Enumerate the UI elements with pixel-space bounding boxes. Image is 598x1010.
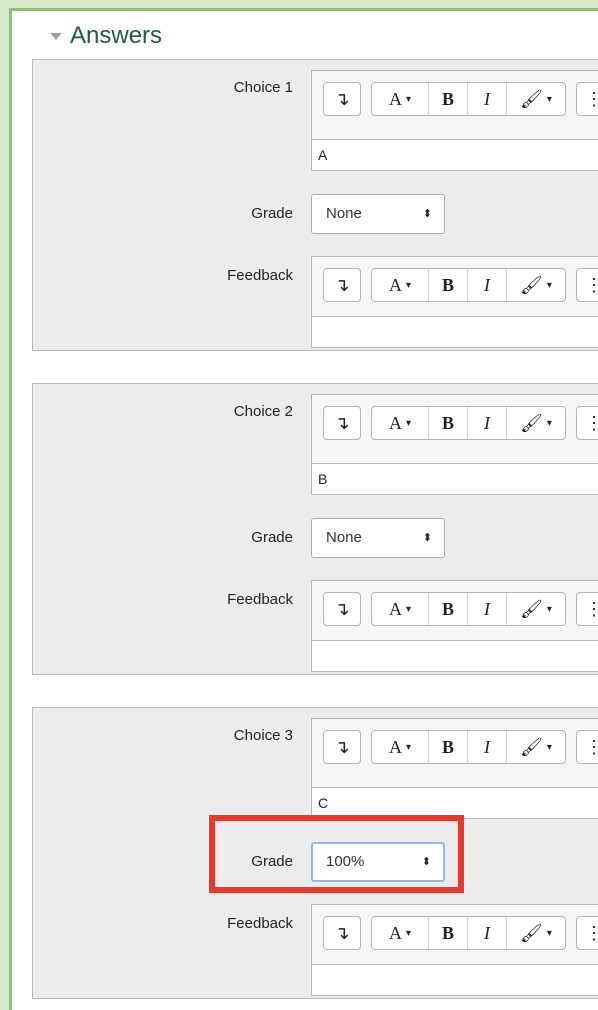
choice-label: Choice 3 [233, 727, 293, 744]
choice-editor: ↴ A▾ B I 🖌▾ ⋮ A [311, 70, 598, 171]
font-color-button[interactable]: A ▾ [372, 407, 428, 439]
more-button[interactable]: ⋮ [576, 82, 598, 116]
grade-value: None [326, 205, 362, 222]
feedback-text-field[interactable] [312, 640, 598, 671]
italic-button[interactable]: I [467, 83, 506, 115]
more-button[interactable]: ⋮ [576, 406, 598, 440]
bold-button[interactable]: B [428, 407, 467, 439]
feedback-editor: ↴ A▾ B I 🖌▾ ⋮ [311, 256, 598, 348]
more-icon: ⋮ [577, 731, 598, 763]
more-icon: ⋮ [577, 269, 598, 301]
indent-button[interactable]: ↴ [323, 406, 361, 440]
editor-toolbar: ↴ A▾ B I 🖌▾ ⋮ [323, 82, 598, 118]
more-icon: ⋮ [577, 917, 598, 949]
indent-icon: ↴ [334, 922, 350, 943]
indent-button[interactable]: ↴ [323, 916, 361, 950]
feedback-text-field[interactable] [312, 964, 598, 995]
choice-text-field[interactable]: B [312, 463, 598, 494]
paintbrush-icon: 🖌 [520, 88, 543, 109]
paintbrush-icon: 🖌 [520, 736, 543, 757]
answers-panel: Answers Choice 1 ↴ A▾ B I 🖌▾ ⋮ A Grade N… [9, 8, 598, 1010]
feedback-label: Feedback [227, 591, 293, 608]
collapse-triangle-icon [50, 32, 62, 40]
choice-editor: ↴ A▾ B I 🖌▾ ⋮ C [311, 718, 598, 819]
more-button[interactable]: ⋮ [576, 268, 598, 302]
select-arrows-icon: ⬍ [422, 207, 432, 220]
italic-button[interactable]: I [467, 407, 506, 439]
grade-select[interactable]: None ⬍ [311, 518, 445, 558]
format-group: A ▾ B I 🖌 ▾ [371, 82, 566, 116]
feedback-label: Feedback [227, 915, 293, 932]
editor-toolbar: ↴ A▾ B I 🖌▾ ⋮ [323, 268, 598, 304]
paintbrush-icon: 🖌 [520, 274, 543, 295]
more-icon: ⋮ [577, 83, 598, 115]
section-title: Answers [70, 22, 163, 49]
format-group: A ▾ B I 🖌 ▾ [371, 730, 566, 764]
choice-label: Choice 2 [233, 403, 293, 420]
indent-icon: ↴ [334, 598, 350, 619]
font-color-button[interactable]: A ▾ [372, 917, 428, 949]
font-color-button[interactable]: A ▾ [372, 593, 428, 625]
more-button[interactable]: ⋮ [576, 592, 598, 626]
bold-button[interactable]: B [428, 917, 467, 949]
format-group: A ▾ B I 🖌 ▾ [371, 268, 566, 302]
brush-button[interactable]: 🖌 ▾ [506, 731, 565, 763]
choice-text-field[interactable]: C [312, 787, 598, 818]
feedback-text-field[interactable] [312, 316, 598, 347]
answers-section-toggle[interactable]: Answers [50, 22, 162, 50]
more-button[interactable]: ⋮ [576, 916, 598, 950]
bold-button[interactable]: B [428, 83, 467, 115]
indent-button[interactable]: ↴ [323, 82, 361, 116]
italic-button[interactable]: I [467, 731, 506, 763]
select-arrows-icon: ⬍ [422, 531, 432, 544]
font-color-button[interactable]: A ▾ [372, 83, 428, 115]
indent-icon: ↴ [334, 412, 350, 433]
font-color-button[interactable]: A ▾ [372, 731, 428, 763]
more-icon: ⋮ [577, 593, 598, 625]
bold-button[interactable]: B [428, 593, 467, 625]
indent-icon: ↴ [334, 274, 350, 295]
choice-text-field[interactable]: A [312, 139, 598, 170]
bold-button[interactable]: B [428, 731, 467, 763]
indent-button[interactable]: ↴ [323, 268, 361, 302]
grade-select[interactable]: None ⬍ [311, 194, 445, 234]
indent-button[interactable]: ↴ [323, 730, 361, 764]
font-color-button[interactable]: A ▾ [372, 269, 428, 301]
editor-toolbar: ↴ A▾ B I 🖌▾ ⋮ [323, 730, 598, 766]
more-icon: ⋮ [577, 407, 598, 439]
indent-icon: ↴ [334, 88, 350, 109]
grade-label: Grade [251, 205, 293, 222]
answer-block-2: Choice 2 ↴ A▾ B I 🖌▾ ⋮ B Grade None ⬍ Fe… [32, 383, 598, 675]
brush-button[interactable]: 🖌 ▾ [506, 269, 565, 301]
answer-block-1: Choice 1 ↴ A▾ B I 🖌▾ ⋮ A Grade None ⬍ Fe… [32, 59, 598, 351]
more-button[interactable]: ⋮ [576, 730, 598, 764]
choice-label: Choice 1 [233, 79, 293, 96]
format-group: A ▾ B I 🖌 ▾ [371, 406, 566, 440]
italic-button[interactable]: I [467, 269, 506, 301]
choice-editor: ↴ A▾ B I 🖌▾ ⋮ B [311, 394, 598, 495]
grade-label: Grade [251, 529, 293, 546]
editor-toolbar: ↴ A▾ B I 🖌▾ ⋮ [323, 406, 598, 442]
grade-highlight-box [209, 815, 464, 893]
indent-icon: ↴ [334, 736, 350, 757]
format-group: A ▾ B I 🖌 ▾ [371, 916, 566, 950]
brush-button[interactable]: 🖌 ▾ [506, 593, 565, 625]
feedback-editor: ↴ A▾ B I 🖌▾ ⋮ [311, 904, 598, 996]
grade-value: None [326, 529, 362, 546]
italic-button[interactable]: I [467, 593, 506, 625]
paintbrush-icon: 🖌 [520, 598, 543, 619]
paintbrush-icon: 🖌 [520, 922, 543, 943]
feedback-editor: ↴ A▾ B I 🖌▾ ⋮ [311, 580, 598, 672]
indent-button[interactable]: ↴ [323, 592, 361, 626]
bold-button[interactable]: B [428, 269, 467, 301]
format-group: A ▾ B I 🖌 ▾ [371, 592, 566, 626]
italic-button[interactable]: I [467, 917, 506, 949]
brush-button[interactable]: 🖌 ▾ [506, 917, 565, 949]
paintbrush-icon: 🖌 [520, 412, 543, 433]
editor-toolbar: ↴ A▾ B I 🖌▾ ⋮ [323, 916, 598, 952]
brush-button[interactable]: 🖌 ▾ [506, 83, 565, 115]
editor-toolbar: ↴ A▾ B I 🖌▾ ⋮ [323, 592, 598, 628]
brush-button[interactable]: 🖌 ▾ [506, 407, 565, 439]
feedback-label: Feedback [227, 267, 293, 284]
